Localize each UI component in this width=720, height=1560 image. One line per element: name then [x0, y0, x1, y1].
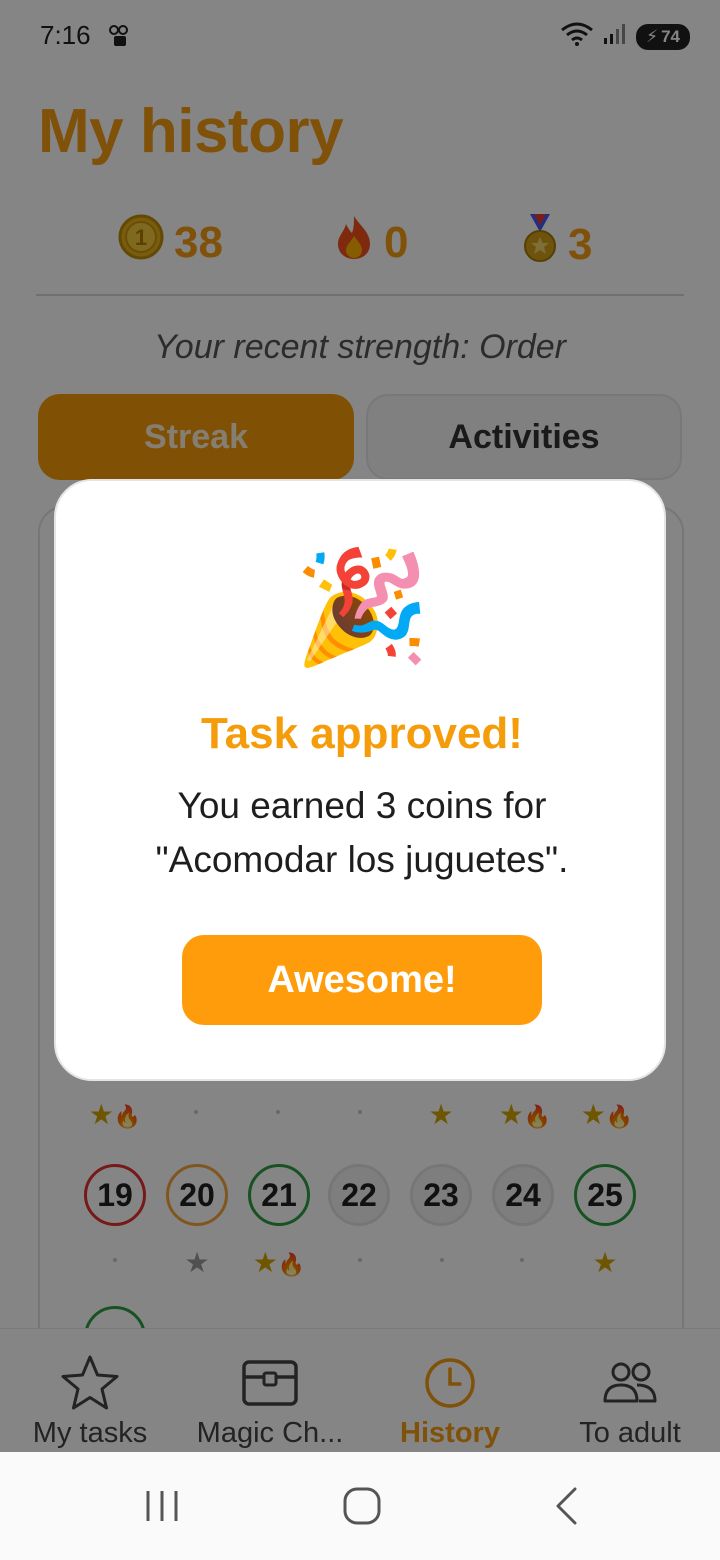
dialog-title: Task approved! — [201, 709, 523, 758]
home-icon[interactable] — [332, 1478, 392, 1534]
task-approved-dialog: 🎉 Task approved! You earned 3 coins for … — [54, 479, 666, 1081]
dialog-message: You earned 3 coins for "Acomodar los jug… — [155, 785, 569, 880]
awesome-button[interactable]: Awesome! — [182, 935, 542, 1025]
history-screen: 7:16 ⚡ 74 My history 1 38 0 3 Your recen… — [0, 0, 720, 1452]
recent-apps-icon[interactable] — [132, 1478, 192, 1534]
system-navigation-bar — [0, 1452, 720, 1560]
party-popper-icon: 🎉 — [293, 546, 431, 669]
back-icon[interactable] — [536, 1478, 596, 1534]
